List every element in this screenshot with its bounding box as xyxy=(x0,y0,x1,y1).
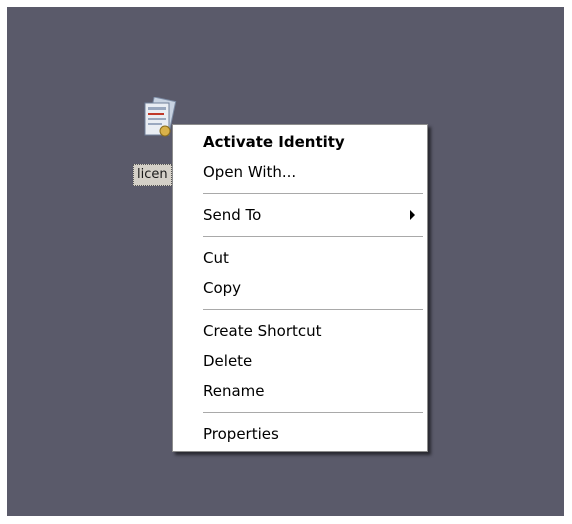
menu-item-label: Activate Identity xyxy=(203,133,345,151)
file-name-label[interactable]: licen xyxy=(133,164,172,186)
menu-item-activate-identity[interactable]: Activate Identity xyxy=(173,127,427,157)
menu-item-properties[interactable]: Properties xyxy=(173,419,427,449)
menu-separator xyxy=(203,412,423,413)
menu-item-rename[interactable]: Rename xyxy=(173,376,427,406)
menu-separator xyxy=(203,193,423,194)
menu-item-delete[interactable]: Delete xyxy=(173,346,427,376)
menu-item-label: Cut xyxy=(203,249,229,267)
menu-item-copy[interactable]: Copy xyxy=(173,273,427,303)
menu-separator xyxy=(203,236,423,237)
context-menu: Activate Identity Open With... Send To C… xyxy=(172,124,428,452)
menu-item-label: Delete xyxy=(203,352,253,370)
submenu-arrow-icon xyxy=(410,210,415,220)
menu-item-label: Copy xyxy=(203,279,242,297)
menu-item-label: Send To xyxy=(203,206,262,224)
menu-item-open-with[interactable]: Open With... xyxy=(173,157,427,187)
desktop[interactable]: licen Activate Identity Open With... Sen… xyxy=(7,7,564,516)
menu-separator xyxy=(203,309,423,310)
menu-item-label: Open With... xyxy=(203,163,297,181)
menu-item-cut[interactable]: Cut xyxy=(173,243,427,273)
menu-item-send-to[interactable]: Send To xyxy=(173,200,427,230)
menu-item-create-shortcut[interactable]: Create Shortcut xyxy=(173,316,427,346)
menu-item-label: Rename xyxy=(203,382,265,400)
menu-item-label: Properties xyxy=(203,425,279,443)
menu-item-label: Create Shortcut xyxy=(203,322,322,340)
